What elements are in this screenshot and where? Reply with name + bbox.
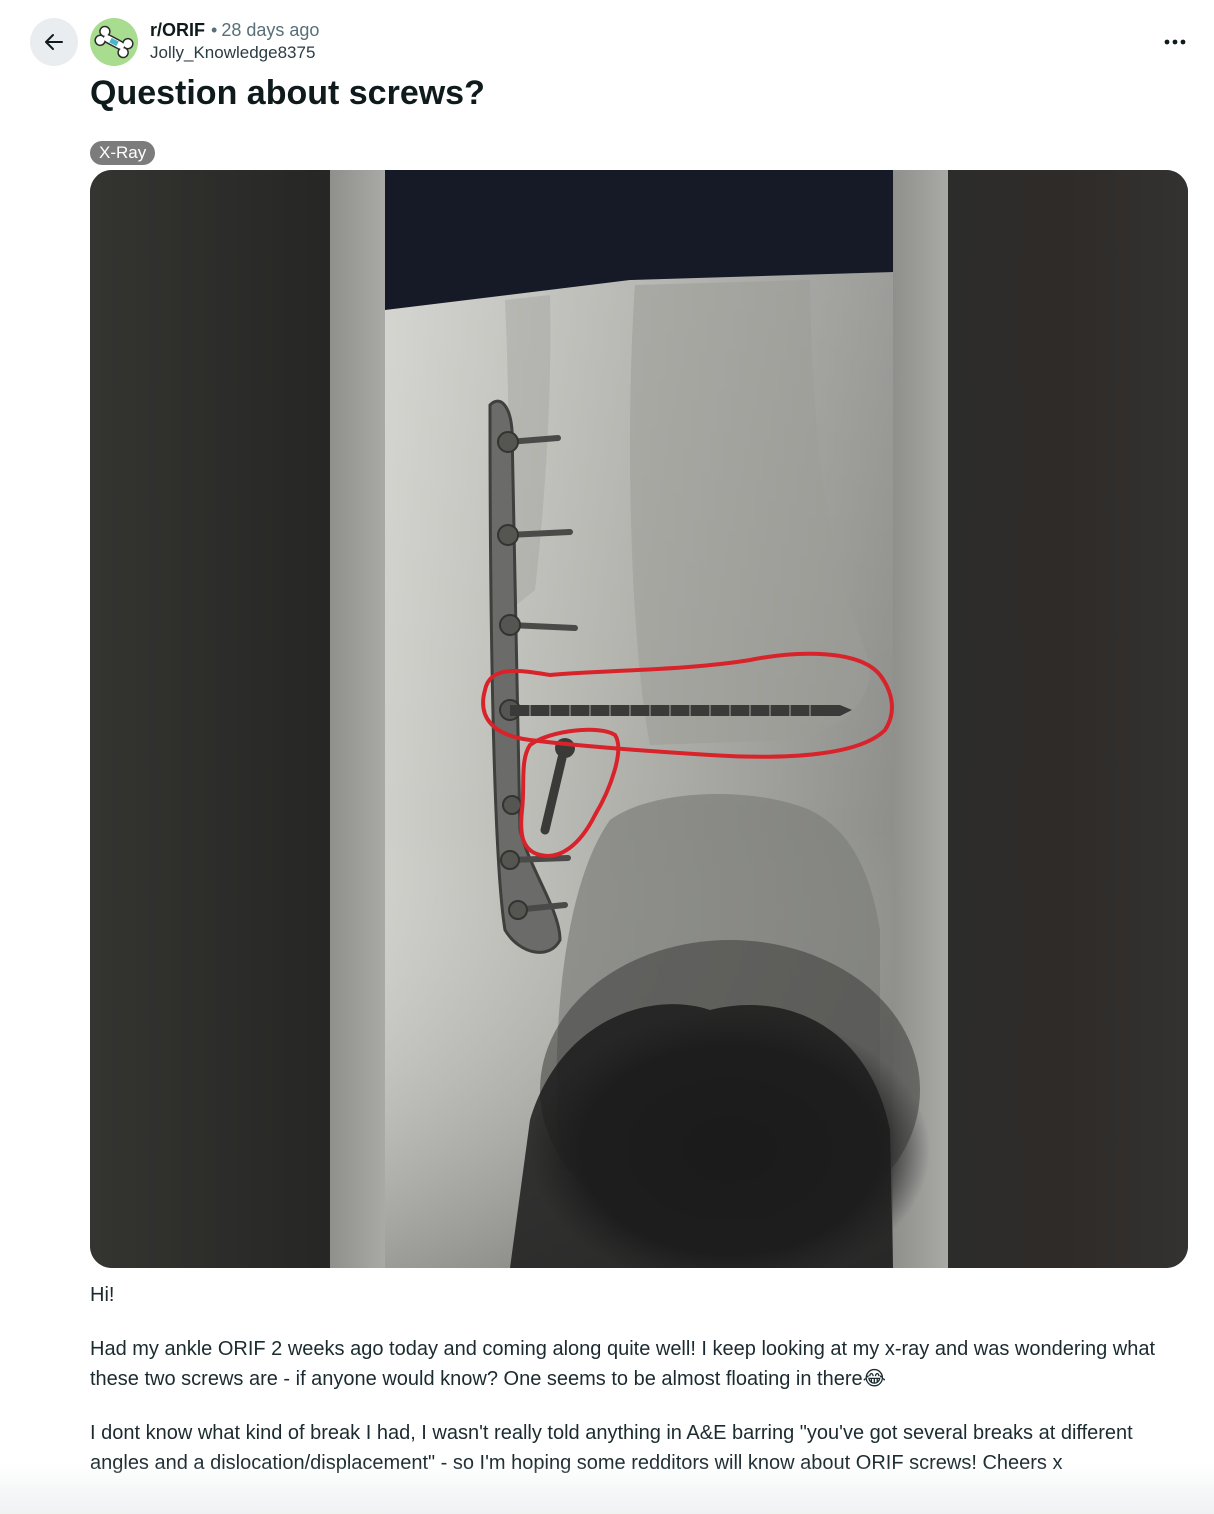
post-flair[interactable]: X-Ray xyxy=(90,141,156,165)
post-paragraph: Had my ankle ORIF 2 weeks ago today and … xyxy=(90,1338,1155,1390)
more-options-button[interactable] xyxy=(1152,24,1198,60)
post-paragraph: Hi! xyxy=(90,1284,115,1306)
post-paragraph: I dont know what kind of break I had, I … xyxy=(90,1422,1133,1474)
xray-image xyxy=(90,170,1188,1268)
back-button[interactable] xyxy=(30,18,78,66)
subreddit-link[interactable]: r/ORIF xyxy=(150,20,205,40)
post-body: Hi! Had my ankle ORIF 2 weeks ago today … xyxy=(90,1280,1190,1502)
post-title: Question about screws? xyxy=(90,74,485,112)
bone-icon xyxy=(94,25,134,59)
arrow-left-icon xyxy=(45,34,63,50)
subreddit-avatar[interactable] xyxy=(90,18,138,66)
post-time: 28 days ago xyxy=(221,20,320,40)
post-image[interactable] xyxy=(90,170,1188,1268)
post-meta: r/ORIF • 28 days ago Jolly_Knowledge8375 xyxy=(150,18,319,64)
meta-separator: • xyxy=(211,20,218,40)
author-link[interactable]: Jolly_Knowledge8375 xyxy=(150,42,319,64)
more-horizontal-icon xyxy=(1164,39,1186,45)
